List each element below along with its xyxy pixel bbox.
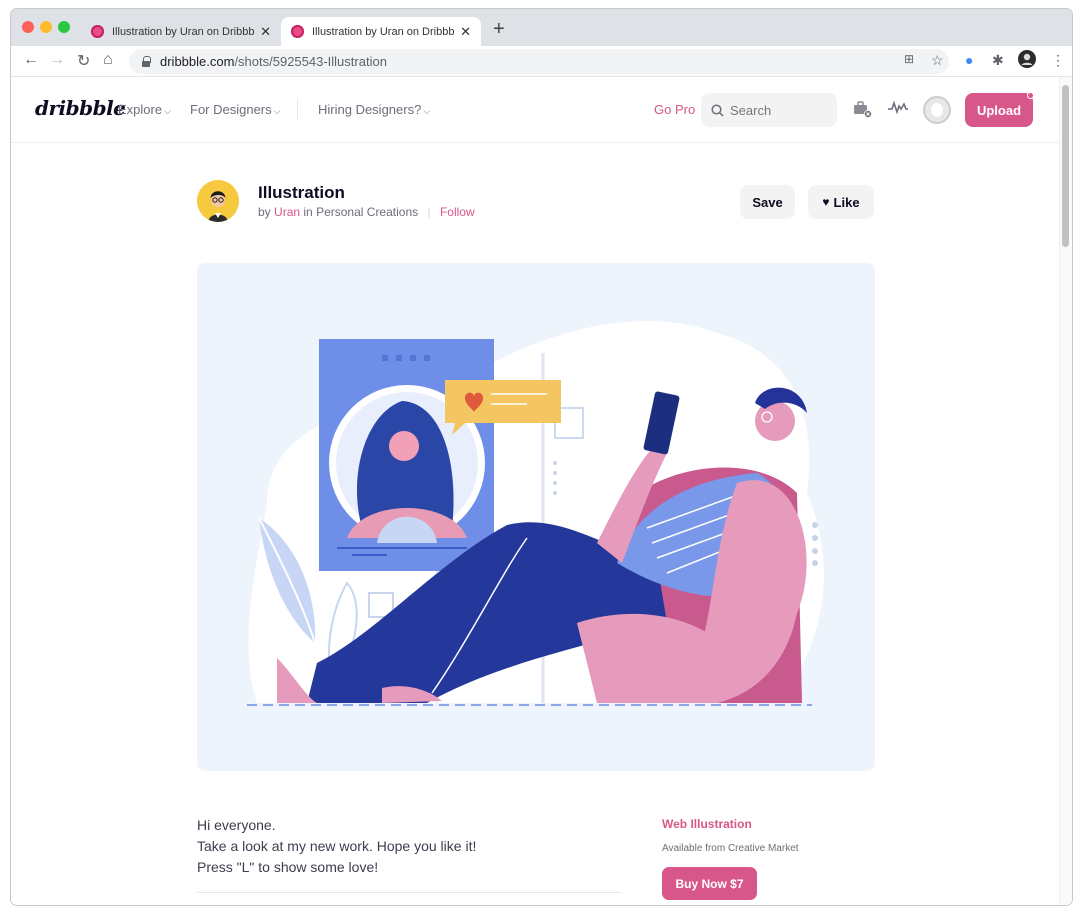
page-content: dribbble Explore ⌵ For Designers ⌵ Hiring … [11,77,1061,905]
author-avatar[interactable] [197,180,239,222]
search-input[interactable] [730,102,820,118]
tab-close-icon[interactable]: ✕ [460,24,471,40]
tab-strip: Illustration by Uran on Dribbble ✕ Illus… [11,9,1072,46]
go-pro-link[interactable]: Go Pro [654,102,695,117]
product-subtitle: Available from Creative Market [662,843,799,854]
nav-hiring-label: Hiring Designers? [318,102,422,117]
tab-close-icon[interactable]: ✕ [260,24,271,40]
description-line: Take a look at my new work. Hope you lik… [197,838,477,854]
profile-icon[interactable] [1018,50,1036,71]
translate-icon[interactable]: ⊞ [904,52,914,66]
description-line: Hi everyone. [197,817,276,833]
user-avatar[interactable] [923,96,951,124]
star-icon[interactable]: ☆ [931,52,944,69]
heart-icon: ♥ [822,195,830,209]
maximize-window-button[interactable] [58,21,70,33]
shot-image[interactable] [197,263,875,771]
scrollbar-thumb[interactable] [1062,85,1069,247]
in-label: in [303,205,313,219]
browser-toolbar: ← → ↻ ⌂ dribbble.com/shots/5925543-Illus… [11,46,1072,77]
shot-meta: by Uran in Personal Creations | Follow [258,205,475,219]
back-icon[interactable]: ← [23,51,39,69]
like-button[interactable]: ♥ Like [808,185,874,219]
nav-for-designers[interactable]: For Designers ⌵ [190,102,280,117]
like-label: Like [833,194,860,210]
shot-title: Illustration [258,183,345,202]
nav-explore-label: Explore [118,102,163,117]
new-tab-button[interactable]: + [493,18,505,41]
save-button[interactable]: Save [740,185,795,219]
buy-now-button[interactable]: Buy Now $7 [662,867,757,900]
search-box[interactable] [701,93,837,127]
meta-separator: | [427,205,431,219]
briefcase-icon[interactable] [853,99,873,124]
product-title[interactable]: Web Illustration [662,817,752,831]
minimize-window-button[interactable] [40,21,52,33]
puzzle-icon[interactable]: ✱ [992,52,1004,69]
chevron-down-icon: ⌵ [423,106,431,116]
dribbble-favicon-icon [91,25,104,38]
lock-icon [141,55,151,68]
description-line: Press "L" to show some love! [197,859,379,875]
nav-explore[interactable]: Explore ⌵ [118,102,171,117]
chevron-down-icon: ⌵ [273,106,281,116]
close-window-button[interactable] [22,21,34,33]
search-icon [711,103,724,117]
shot-description: Hi everyone. Take a look at my new work.… [197,815,476,878]
tab-title: Illustration by Uran on Dribbble [112,25,255,38]
author-link[interactable]: Uran [274,205,300,219]
nav-divider [297,99,298,119]
extension-icon[interactable]: ● [965,52,973,68]
address-bar[interactable]: dribbble.com/shots/5925543-Illustration [129,49,949,74]
description-divider [197,892,621,893]
dribbble-favicon-icon [291,25,304,38]
browser-tab-2[interactable]: Illustration by Uran on Dribbble ✕ [281,17,481,46]
notification-dot [1027,92,1034,99]
menu-icon[interactable]: ⋮ [1051,52,1065,69]
dribbble-logo[interactable]: dribbble [35,96,126,120]
browser-tab-1[interactable]: Illustration by Uran on Dribbble ✕ [81,17,281,46]
activity-icon[interactable] [887,99,909,120]
chevron-down-icon: ⌵ [164,106,171,116]
url-path: /shots/5925543-Illustration [234,54,387,69]
url-host: dribbble.com [160,54,235,69]
nav-hiring-designers[interactable]: Hiring Designers? ⌵ [318,102,430,117]
by-label: by [258,205,271,219]
upload-button[interactable]: Upload [965,93,1033,127]
browser-window: Illustration by Uran on Dribbble ✕ Illus… [10,8,1073,906]
site-header: dribbble Explore ⌵ For Designers ⌵ Hiring … [11,77,1061,143]
forward-icon[interactable]: → [49,51,65,69]
tab-title: Illustration by Uran on Dribbble [312,25,455,38]
follow-link[interactable]: Follow [440,205,475,219]
nav-for-designers-label: For Designers [190,102,272,117]
team-link[interactable]: Personal Creations [316,205,418,219]
home-icon[interactable]: ⌂ [103,51,113,69]
page-scrollbar[interactable] [1059,77,1072,905]
reload-icon[interactable]: ↻ [77,51,90,71]
